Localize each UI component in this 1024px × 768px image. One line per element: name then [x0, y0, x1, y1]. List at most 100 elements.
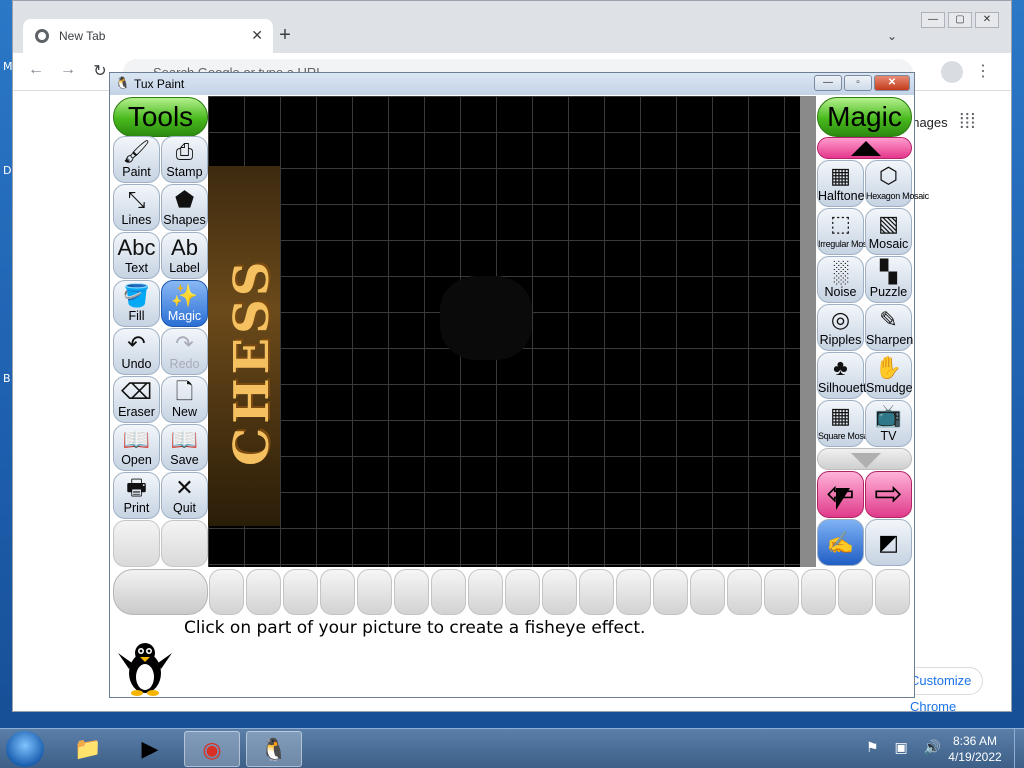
magic-scroll-down-button[interactable] — [817, 448, 912, 470]
color-swatch[interactable] — [690, 569, 725, 615]
color-swatch[interactable] — [838, 569, 873, 615]
show-desktop-button[interactable] — [1014, 729, 1024, 768]
magic-mosaic-button[interactable]: ▧ Mosaic — [865, 208, 912, 255]
window-title: Tux Paint — [134, 77, 185, 91]
color-swatch[interactable] — [616, 569, 651, 615]
magic-hexagon-mosaic-button[interactable]: ⬡ Hexagon Mosaic — [865, 160, 929, 207]
new-tab-button[interactable]: + — [275, 25, 295, 45]
color-swatch[interactable] — [209, 569, 244, 615]
forward-button[interactable]: → — [57, 61, 79, 79]
color-swatch[interactable] — [542, 569, 577, 615]
magic-label: Noise — [824, 285, 857, 299]
tool-quit-button[interactable]: ✕ Quit — [161, 472, 208, 519]
color-swatch[interactable] — [875, 569, 910, 615]
color-swatch[interactable] — [283, 569, 318, 615]
color-swatch[interactable] — [246, 569, 281, 615]
close-button[interactable]: ✕ — [975, 12, 999, 28]
magic-ripples-button[interactable]: ◎ Ripples — [817, 304, 864, 351]
tool-paint-button[interactable]: 🖌 Paint — [113, 136, 160, 183]
magic-label: Puzzle — [869, 285, 908, 299]
maximize-button[interactable]: ▫ — [844, 75, 872, 91]
magic-silhouette-button[interactable]: ♣ Silhouette — [817, 352, 874, 399]
taskbar-media-player-icon[interactable]: ▶ — [122, 731, 178, 767]
tool-shapes-button[interactable]: ⬟ Shapes — [161, 184, 208, 231]
color-swatch[interactable] — [764, 569, 799, 615]
tool-eraser-icon: ⌫ — [120, 379, 153, 404]
drawing-canvas[interactable]: CHESS — [208, 96, 800, 567]
color-swatch[interactable] — [320, 569, 355, 615]
tool-stamp-button[interactable]: ⎙ Stamp — [161, 136, 208, 183]
tool-label-button[interactable]: Ab Label — [161, 232, 208, 279]
tool-redo-icon: ↷ — [175, 331, 194, 356]
canvas-scrollbar[interactable] — [800, 96, 816, 567]
magic-paint-mode-icon[interactable]: ✍ — [817, 519, 864, 566]
reload-button[interactable]: ↻ — [89, 61, 111, 81]
chrome-tab-new-tab[interactable]: New Tab ✕ — [23, 19, 273, 53]
desktop-icon-label[interactable]: B — [3, 372, 11, 385]
chrome-menu-icon[interactable]: ⋮ — [975, 61, 991, 81]
color-swatch[interactable] — [579, 569, 614, 615]
tuxpaint-title-bar: 🐧 Tux Paint — ▫ ✕ — [110, 73, 914, 95]
color-swatch[interactable] — [468, 569, 503, 615]
close-button[interactable]: ✕ — [874, 75, 910, 91]
magic-label: Sharpen — [866, 333, 914, 347]
color-swatch[interactable] — [394, 569, 429, 615]
taskbar: 📁 ▶ ◉ 🐧 ⚑ ▣ 🔊 8:36 AM 4/19/2022 — [0, 728, 1024, 768]
color-swatch[interactable] — [653, 569, 688, 615]
magic-halftone-button[interactable]: ▦ Halftone — [817, 160, 865, 207]
taskbar-chrome-icon[interactable]: ◉ — [184, 731, 240, 767]
start-button[interactable] — [6, 731, 44, 767]
tool-undo-button[interactable]: ↶ Undo — [113, 328, 160, 375]
magic-tv-button[interactable]: 📺 TV — [865, 400, 912, 447]
maximize-button[interactable]: ▢ — [948, 12, 972, 28]
magic-sharpen-icon: ✎ — [879, 307, 898, 332]
tool-open-button[interactable]: 📖 Open — [113, 424, 160, 471]
taskbar-file-explorer-icon[interactable]: 📁 — [60, 731, 116, 767]
tool-redo-button[interactable]: ↷ Redo — [161, 328, 208, 375]
magic-square-mosaic-button[interactable]: ▦ Square Mosaic — [817, 400, 874, 447]
color-swatch[interactable] — [801, 569, 836, 615]
clock[interactable]: 8:36 AM 4/19/2022 — [940, 733, 1010, 765]
tool-fill-button[interactable]: 🪣 Fill — [113, 280, 160, 327]
magic-puzzle-button[interactable]: ▚ Puzzle — [865, 256, 912, 303]
tool-fill-icon: 🪣 — [122, 283, 151, 308]
taskbar-tux-paint-icon[interactable]: 🐧 — [246, 731, 302, 767]
color-swatch[interactable] — [727, 569, 762, 615]
magic-fullscreen-mode-icon[interactable]: ◩ — [865, 519, 912, 566]
magic-smudge-icon: ✋ — [874, 355, 903, 380]
next-button[interactable]: ⇨ — [865, 471, 912, 518]
tool-label: Stamp — [166, 165, 203, 179]
google-apps-icon[interactable]: ⁞⁞⁞ — [959, 111, 976, 134]
tool-eraser-button[interactable]: ⌫ Eraser — [113, 376, 160, 423]
tab-close-icon[interactable]: ✕ — [251, 27, 263, 44]
tool-shapes-icon: ⬟ — [174, 187, 195, 212]
magic-noise-button[interactable]: ░ Noise — [817, 256, 864, 303]
profile-avatar[interactable] — [941, 61, 963, 83]
tool-print-icon: 🖶 — [126, 475, 147, 500]
fisheye-mark — [440, 276, 532, 360]
color-swatch[interactable] — [505, 569, 540, 615]
tool-text-button[interactable]: Abc Text — [113, 232, 160, 279]
system-tray-icons[interactable]: ⚑ ▣ 🔊 — [866, 739, 947, 756]
magic-irregular-mosaic-button[interactable]: ⬚ Irregular Mosaic — [817, 208, 878, 255]
color-swatch[interactable] — [357, 569, 392, 615]
tool-lines-button[interactable]: ⤡ Lines — [113, 184, 160, 231]
magic-sharpen-button[interactable]: ✎ Sharpen — [865, 304, 914, 351]
minimize-button[interactable]: — — [921, 12, 945, 28]
magic-irregular-mosaic-icon: ⬚ — [830, 211, 851, 236]
tab-search-chevron-icon[interactable]: ⌄ — [887, 29, 897, 43]
magic-noise-icon: ░ — [832, 259, 849, 284]
minimize-button[interactable]: — — [814, 75, 842, 91]
magic-scroll-up-button[interactable] — [817, 137, 912, 159]
tool-magic-button[interactable]: ✨ Magic — [161, 280, 208, 327]
color-swatch[interactable] — [431, 569, 466, 615]
current-color-swatch — [113, 569, 208, 615]
magic-smudge-button[interactable]: ✋ Smudge — [865, 352, 913, 399]
desktop-icon-label[interactable]: D — [3, 164, 11, 177]
tool-text-icon: Abc — [117, 235, 156, 260]
back-button[interactable]: ← — [25, 61, 47, 79]
tool-print-button[interactable]: 🖶 Print — [113, 472, 160, 519]
tool-new-button[interactable]: 🗋 New — [161, 376, 208, 423]
tool-label: New — [171, 405, 197, 419]
tool-save-button[interactable]: 📖 Save — [161, 424, 208, 471]
